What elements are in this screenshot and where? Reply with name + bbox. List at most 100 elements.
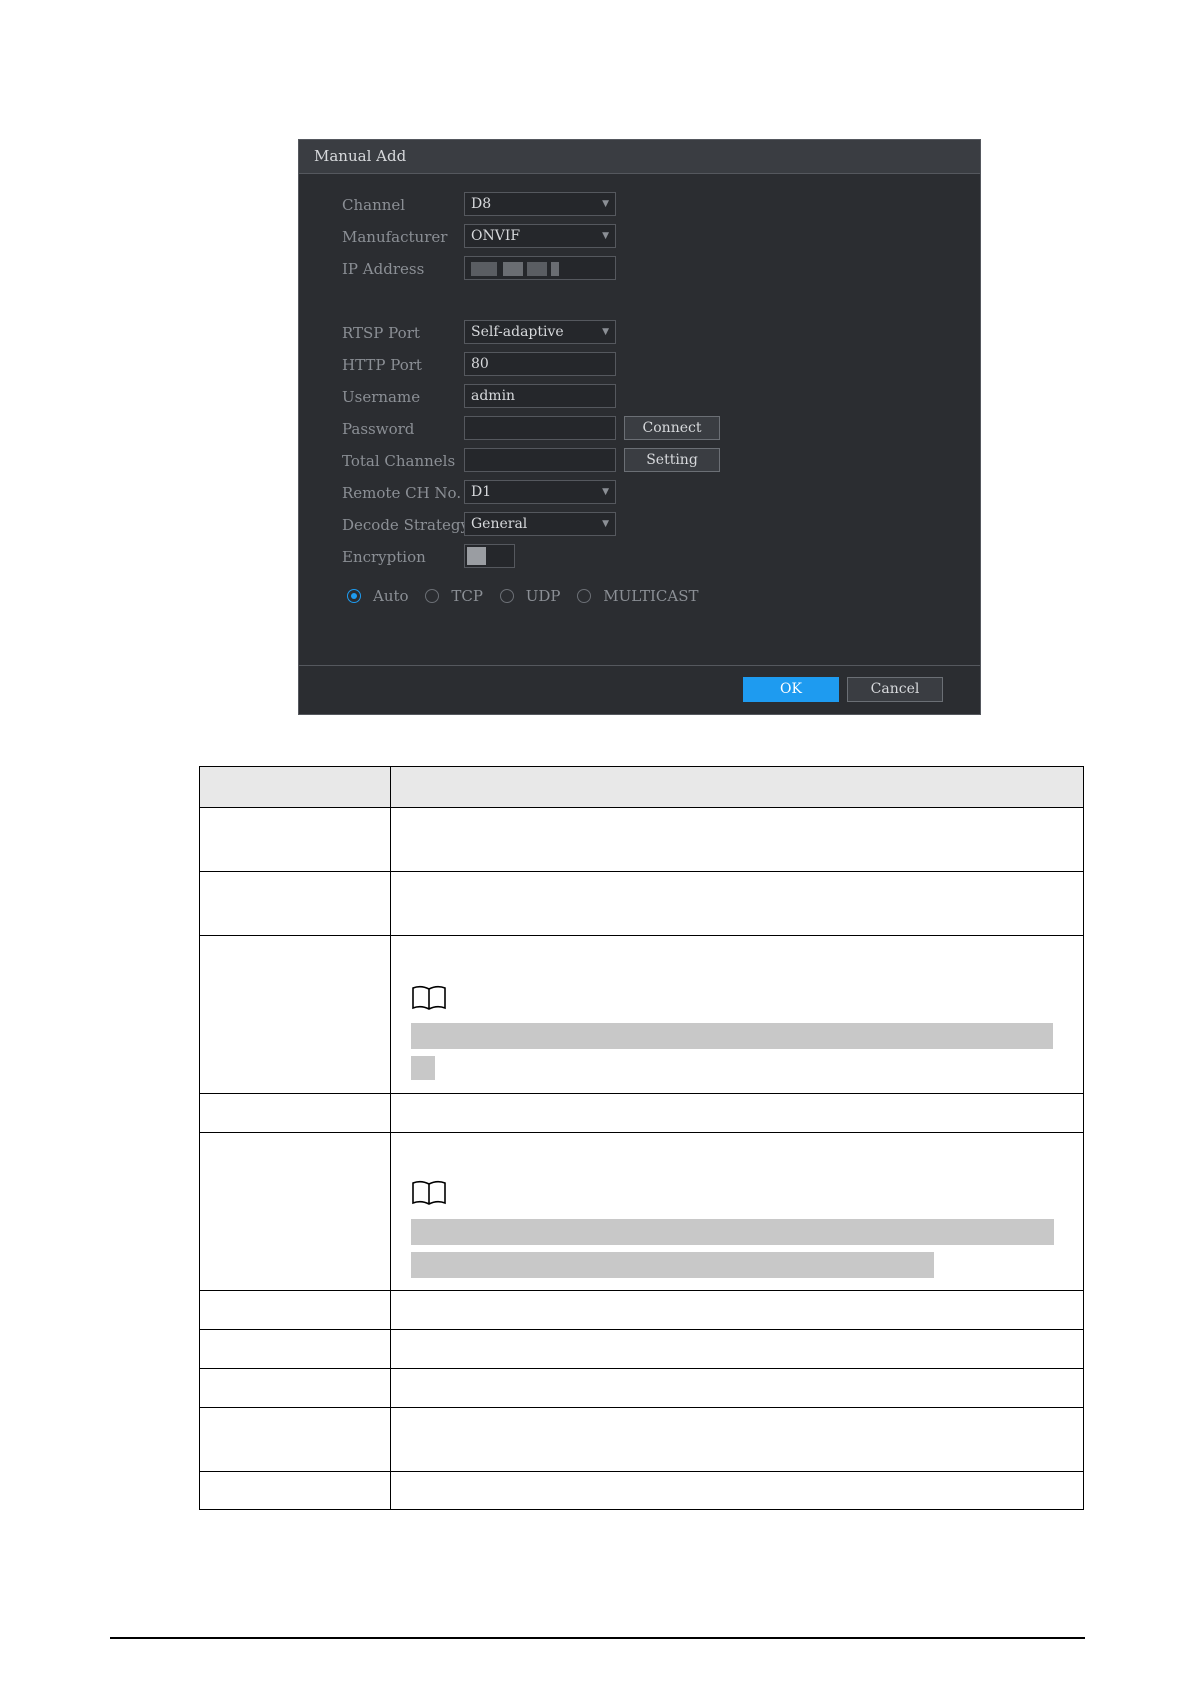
chevron-down-icon: ▼: [602, 199, 609, 209]
table-cell: [199, 807, 391, 872]
note-block: [391, 1133, 1083, 1290]
table-header-cell: [390, 766, 1084, 808]
table-row: [199, 1329, 1084, 1369]
decode-strategy-row: Decode Strategy General ▼: [299, 512, 980, 538]
table-row: [199, 1093, 1084, 1133]
manufacturer-select[interactable]: ONVIF ▼: [464, 224, 616, 248]
table-cell: [199, 871, 391, 936]
redaction-block: [551, 262, 559, 276]
redacted-text-block: [411, 1219, 1054, 1245]
redacted-text-block: [411, 1252, 934, 1278]
total-channels-label: Total Channels: [342, 452, 456, 470]
table-cell: [390, 935, 1084, 1094]
remote-ch-value: D1: [471, 484, 492, 500]
ip-address-input[interactable]: [464, 256, 616, 280]
rtsp-port-label: RTSP Port: [342, 324, 420, 342]
channel-row: Channel D8 ▼: [299, 192, 980, 218]
username-input[interactable]: admin: [464, 384, 616, 408]
table-cell: [390, 807, 1084, 872]
cancel-button[interactable]: Cancel: [847, 677, 943, 702]
dialog-footer: OK Cancel: [299, 665, 980, 714]
rtsp-port-row: RTSP Port Self-adaptive ▼: [299, 320, 980, 346]
encryption-toggle[interactable]: [464, 544, 515, 568]
total-channels-input[interactable]: [464, 448, 616, 472]
radio-tcp[interactable]: TCP: [425, 587, 483, 605]
channel-select[interactable]: D8 ▼: [464, 192, 616, 216]
manual-add-dialog: Manual Add Channel D8 ▼ Manufacturer ONV…: [298, 139, 981, 715]
table-row: [199, 1471, 1084, 1510]
table-cell: [199, 1329, 391, 1369]
table-cell: [199, 935, 391, 1094]
password-row: Password Connect: [299, 416, 980, 442]
remote-ch-label: Remote CH No.: [342, 484, 462, 502]
radio-multicast-label: MULTICAST: [603, 587, 699, 605]
radio-auto-label: Auto: [373, 587, 409, 605]
book-icon: [412, 985, 446, 1010]
radio-udp-label: UDP: [525, 587, 561, 605]
chevron-down-icon: ▼: [602, 519, 609, 529]
decode-strategy-value: General: [471, 516, 528, 532]
username-label: Username: [342, 388, 421, 406]
dialog-title: Manual Add: [299, 140, 980, 174]
table-cell: [390, 1407, 1084, 1472]
ok-button[interactable]: OK: [743, 677, 839, 702]
radio-tcp-label: TCP: [451, 587, 483, 605]
table-cell: [390, 1093, 1084, 1133]
parameter-table: [199, 766, 1084, 1510]
encryption-row: Encryption: [299, 544, 980, 570]
table-cell: [390, 1368, 1084, 1408]
table-cell: [199, 1290, 391, 1330]
redaction-block: [503, 262, 523, 276]
radio-auto[interactable]: Auto: [347, 587, 409, 605]
note-block: [391, 936, 1083, 1093]
table-header-cell: [199, 766, 391, 808]
chevron-down-icon: ▼: [602, 231, 609, 241]
table-cell: [199, 1407, 391, 1472]
page-footer-rule: [110, 1637, 1085, 1639]
table-cell: [199, 1132, 391, 1291]
manufacturer-label: Manufacturer: [342, 228, 448, 246]
ip-address-row: IP Address: [299, 256, 980, 282]
remote-ch-row: Remote CH No. D1 ▼: [299, 480, 980, 506]
password-label: Password: [342, 420, 415, 438]
chevron-down-icon: ▼: [602, 327, 609, 337]
radio-selected-icon: [347, 589, 361, 603]
table-cell: [390, 1290, 1084, 1330]
table-row: [199, 807, 1084, 872]
password-input[interactable]: [464, 416, 616, 440]
http-port-input[interactable]: 80: [464, 352, 616, 376]
remote-ch-select[interactable]: D1 ▼: [464, 480, 616, 504]
book-icon: [412, 1180, 446, 1205]
table-row: [199, 1407, 1084, 1472]
chevron-down-icon: ▼: [602, 487, 609, 497]
table-cell: [199, 1368, 391, 1408]
decode-strategy-select[interactable]: General ▼: [464, 512, 616, 536]
manufacturer-value: ONVIF: [471, 228, 521, 244]
manufacturer-row: Manufacturer ONVIF ▼: [299, 224, 980, 250]
table-cell: [390, 1132, 1084, 1291]
decode-strategy-label: Decode Strategy: [342, 516, 469, 534]
radio-icon: [425, 589, 440, 603]
redacted-text-block: [411, 1056, 435, 1080]
redaction-block: [471, 262, 497, 276]
radio-udp[interactable]: UDP: [499, 587, 561, 605]
http-port-row: HTTP Port 80: [299, 352, 980, 378]
table-cell: [199, 1093, 391, 1133]
table-row: [199, 871, 1084, 936]
rtsp-port-select[interactable]: Self-adaptive ▼: [464, 320, 616, 344]
redacted-text-block: [411, 1023, 1053, 1049]
rtsp-port-value: Self-adaptive: [471, 324, 564, 340]
table-cell: [390, 1329, 1084, 1369]
toggle-knob: [467, 547, 486, 565]
ip-address-label: IP Address: [342, 260, 425, 278]
table-row: [199, 935, 1084, 1094]
channel-value: D8: [471, 196, 492, 212]
protocol-radio-group: Auto TCP UDP MULTICAST: [347, 587, 711, 611]
connect-button[interactable]: Connect: [624, 416, 720, 440]
radio-multicast[interactable]: MULTICAST: [577, 587, 699, 605]
table-row: [199, 1132, 1084, 1291]
table-cell: [390, 871, 1084, 936]
setting-button[interactable]: Setting: [624, 448, 720, 472]
table-row: [199, 1290, 1084, 1330]
redaction-block: [527, 262, 547, 276]
